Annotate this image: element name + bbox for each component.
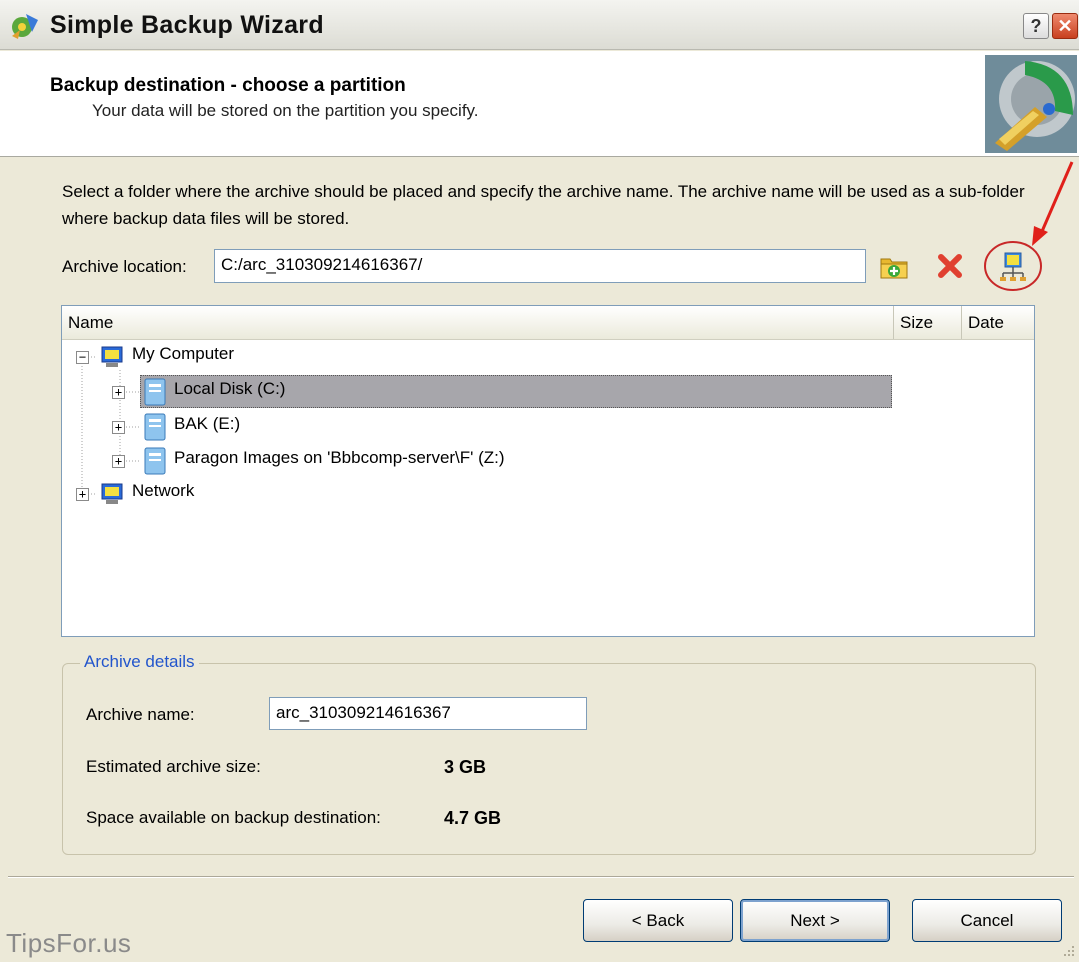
tree-item-my-computer[interactable]: My Computer xyxy=(132,344,234,364)
folder-add-icon[interactable] xyxy=(878,251,910,281)
wizard-header: Backup destination - choose a partition … xyxy=(0,51,1079,157)
cancel-button[interactable]: Cancel xyxy=(912,899,1062,942)
window-title: Simple Backup Wizard xyxy=(50,11,324,39)
expand-paragon-images[interactable]: + xyxy=(112,455,125,468)
tree-item-network[interactable]: Network xyxy=(132,481,194,501)
tree-item-paragon-images-z[interactable]: Paragon Images on 'Bbbcomp-server\F' (Z:… xyxy=(174,448,505,468)
page-title: Backup destination - choose a partition xyxy=(50,75,406,96)
archive-location-input[interactable]: C:/arc_310309214616367/ xyxy=(214,249,866,283)
watermark: TipsFor.us xyxy=(6,928,132,958)
archive-details-legend: Archive details xyxy=(80,652,199,672)
archive-name-input[interactable]: arc_310309214616367 xyxy=(269,697,587,730)
collapse-my-computer[interactable]: − xyxy=(76,351,89,364)
network-icon xyxy=(101,483,123,504)
close-button[interactable]: ✕ xyxy=(1052,13,1078,39)
tree-item-local-disk-c[interactable]: Local Disk (C:) xyxy=(174,379,285,399)
wizard-art-icon xyxy=(985,55,1077,153)
column-name[interactable]: Name xyxy=(62,306,894,339)
instructions-text: Select a folder where the archive should… xyxy=(62,182,1025,228)
space-available-label: Space available on backup destination: xyxy=(86,808,381,827)
help-button[interactable]: ? xyxy=(1023,13,1049,39)
space-available-value: 4.7 GB xyxy=(444,808,502,828)
disk-icon xyxy=(144,447,166,475)
resize-grip-icon[interactable] xyxy=(1058,940,1076,958)
footer-separator xyxy=(8,876,1074,878)
expand-network[interactable]: + xyxy=(76,488,89,501)
estimated-size-value: 3 GB xyxy=(444,757,487,777)
network-drive-icon[interactable] xyxy=(995,249,1031,283)
estimated-size-label: Estimated archive size: xyxy=(86,757,261,776)
archive-name-label: Archive name: xyxy=(86,705,195,724)
delete-icon[interactable] xyxy=(933,251,967,281)
disk-icon xyxy=(144,378,166,406)
tree-header: Name Size Date xyxy=(62,306,1034,340)
computer-icon xyxy=(101,346,123,367)
next-button[interactable]: Next > xyxy=(740,899,890,942)
archive-location-label: Archive location: xyxy=(62,257,187,276)
expand-local-disk[interactable]: + xyxy=(112,386,125,399)
disk-icon xyxy=(144,413,166,441)
expand-bak[interactable]: + xyxy=(112,421,125,434)
column-size[interactable]: Size xyxy=(894,306,962,339)
tree-item-bak-e[interactable]: BAK (E:) xyxy=(174,414,240,434)
back-button[interactable]: < Back xyxy=(583,899,733,942)
column-date[interactable]: Date xyxy=(962,306,1034,339)
app-icon xyxy=(12,14,38,39)
title-bar: Simple Backup Wizard ? ✕ xyxy=(0,0,1079,50)
page-subtitle: Your data will be stored on the partitio… xyxy=(92,101,479,120)
